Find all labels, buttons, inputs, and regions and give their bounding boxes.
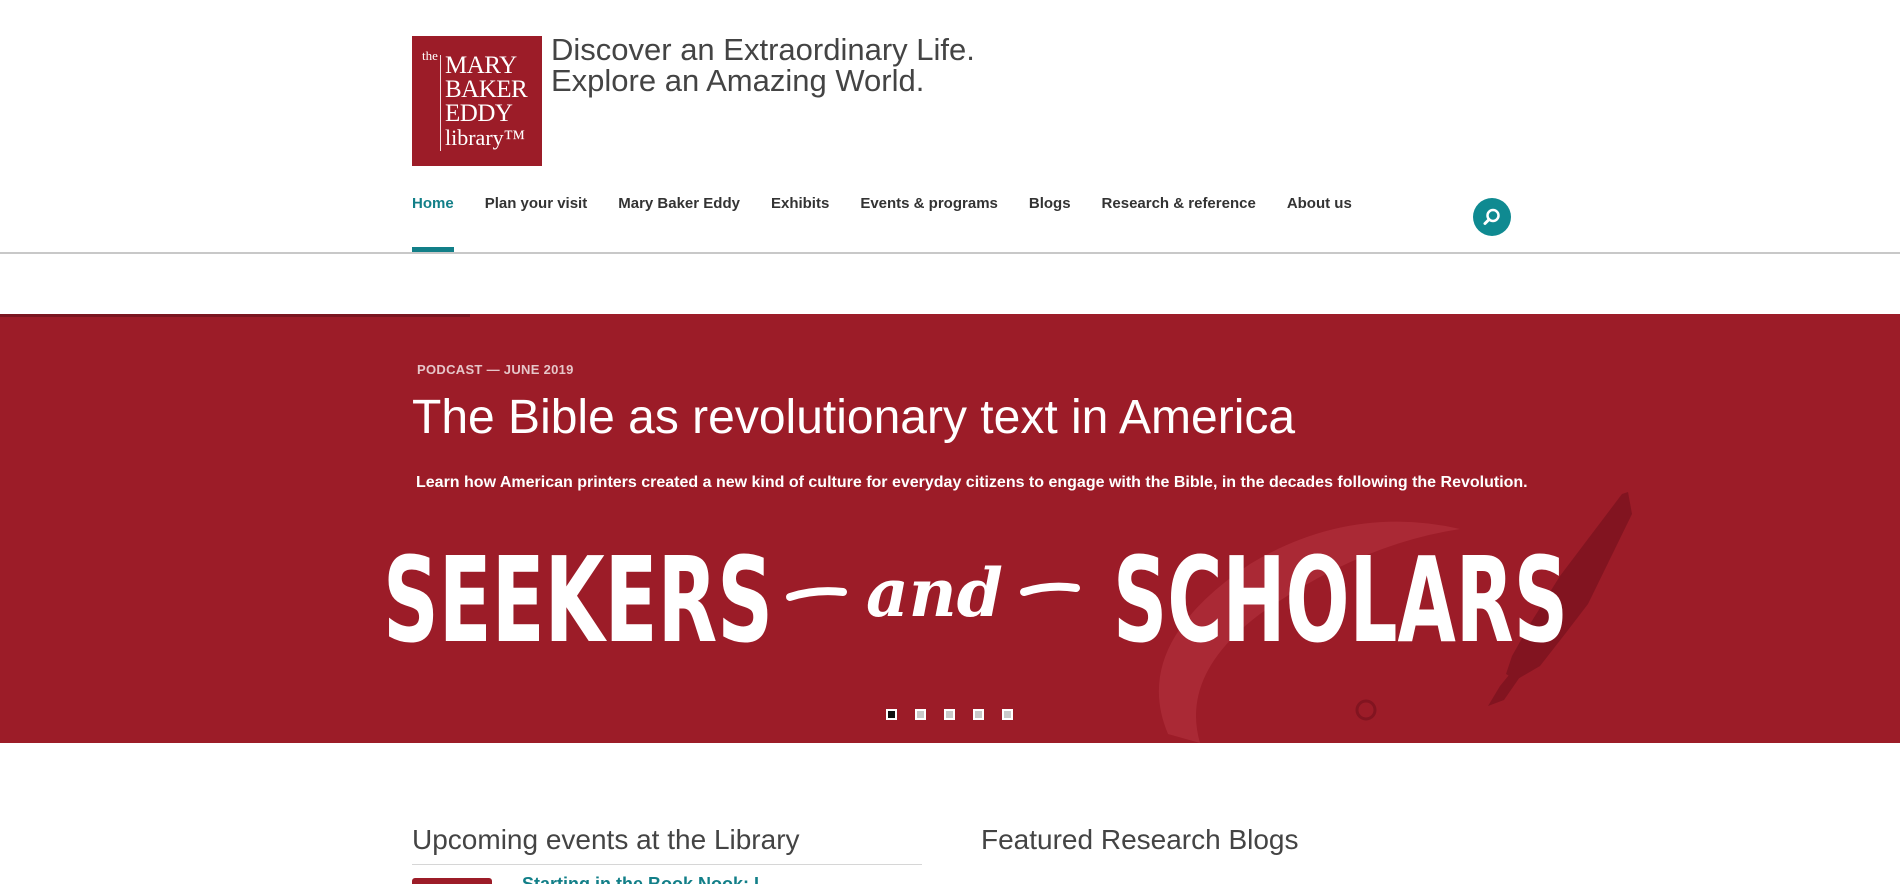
logo-mary: MARY [445,52,517,79]
nav-item-exhibits[interactable]: Exhibits [771,195,829,255]
carousel-dot-4[interactable] [973,709,984,720]
nav-item-events-programs[interactable]: Events & programs [860,195,998,255]
carousel-dot-3[interactable] [944,709,955,720]
hero-subtitle: Learn how American printers created a ne… [416,474,1528,491]
nav-item-home[interactable]: Home [412,195,454,255]
art-seekers: SEEKERS [383,531,773,669]
tagline-line-2: Explore an Amazing World. [551,63,925,98]
events-section-title: Upcoming events at the Library [412,824,800,855]
events-divider [412,864,922,865]
logo-eddy: EDDY [445,100,513,127]
carousel-pager [886,709,1031,720]
art-scholars: SCHOLARS [1113,531,1568,669]
seekers-and-scholars-artwork: SEEKERS and SCHOLARS [383,492,1632,743]
header-divider [0,252,1900,254]
hero-kicker: PODCAST — JUNE 2019 [417,362,574,377]
blogs-section-title: Featured Research Blogs [981,824,1299,855]
carousel-dot-1[interactable] [886,709,897,720]
carousel-dot-2[interactable] [915,709,926,720]
logo-library: library™ [445,125,526,150]
nav-item-mary-baker-eddy[interactable]: Mary Baker Eddy [618,195,740,255]
tagline: Discover an Extraordinary Life. Explore … [551,34,975,96]
nav-item-blogs[interactable]: Blogs [1029,195,1071,255]
art-and: and [866,554,1003,632]
art-dash-left [786,587,847,601]
nav-item-plan-your-visit[interactable]: Plan your visit [485,195,588,255]
search-button[interactable] [1473,198,1511,236]
hero-carousel[interactable]: SEEKERS and SCHOLARS PODCAST — JUNE 2019… [0,314,1900,743]
logo-baker: BAKER [445,76,528,103]
art-dash-right [1020,582,1080,596]
event-thumbnail[interactable] [412,878,492,884]
search-icon [1483,208,1500,225]
tagline-line-1: Discover an Extraordinary Life. [551,32,975,67]
logo-the: the [422,48,438,63]
logo-divider [440,55,441,151]
library-logo[interactable]: the MARY BAKER EDDY library™ [412,36,542,166]
main-nav: Home Plan your visit Mary Baker Eddy Exh… [412,195,1383,255]
nav-item-about-us[interactable]: About us [1287,195,1352,255]
hero-headline[interactable]: The Bible as revolutionary text in Ameri… [412,390,1295,445]
carousel-dot-5[interactable] [1002,709,1013,720]
nav-item-research-reference[interactable]: Research & reference [1102,195,1256,255]
event-title-link[interactable]: Starting in the Book Nook: L... [522,874,780,884]
